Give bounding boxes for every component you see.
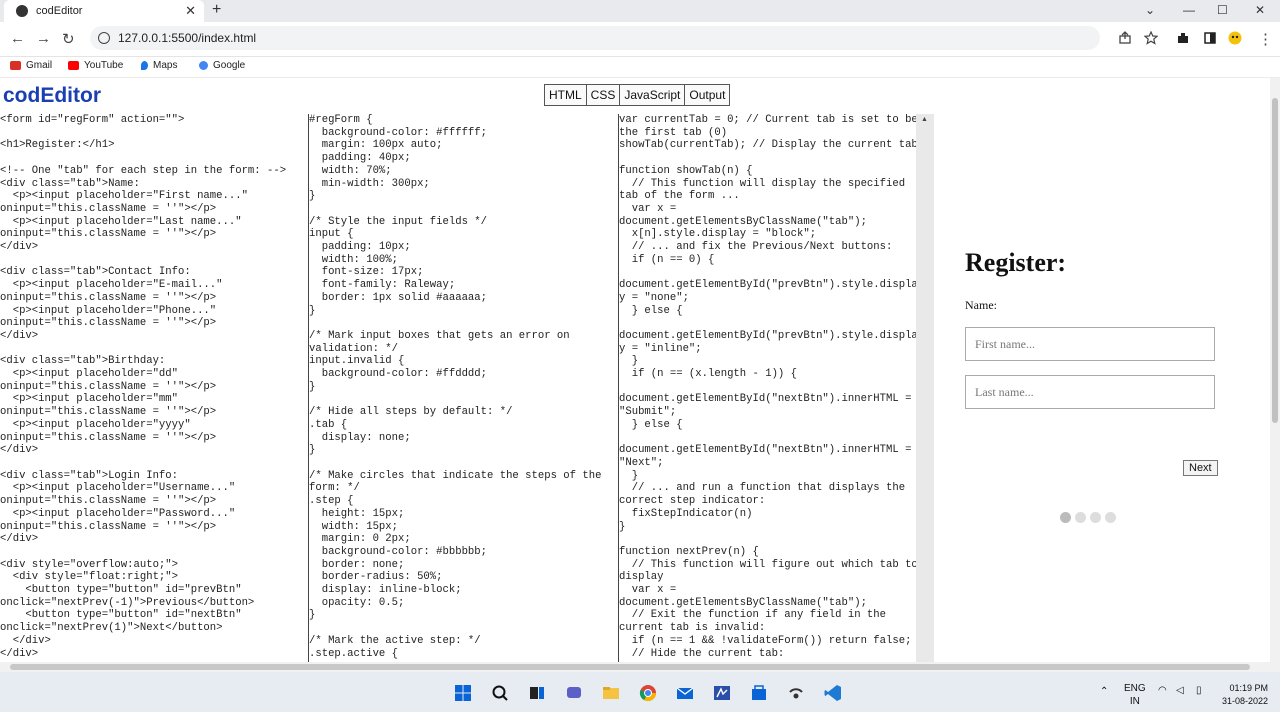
more-menu-icon[interactable]: ⋮ (1258, 30, 1273, 48)
task-view-icon[interactable] (528, 684, 546, 702)
step-indicator (1058, 512, 1118, 523)
bookmark-label: Google (213, 60, 246, 71)
tab-javascript[interactable]: JavaScript (620, 85, 686, 105)
scroll-up-icon[interactable]: ▲ (921, 116, 928, 123)
lang-bottom: IN (1129, 696, 1140, 707)
step-dot (1090, 512, 1101, 523)
scrollbar-thumb[interactable] (1272, 98, 1278, 423)
minimize-icon[interactable]: — (1183, 3, 1195, 17)
volume-icon[interactable]: ◁ (1176, 685, 1184, 696)
address-url: 127.0.0.1:5500/index.html (118, 31, 257, 45)
browser-tab-strip: codEditor ✕ + ⌄ — ☐ ✕ (0, 0, 1280, 22)
register-heading: Register: (965, 248, 1067, 277)
new-tab-button[interactable]: + (212, 1, 221, 19)
scrollbar-thumb[interactable] (10, 664, 1250, 670)
clock-date: 31-08-2022 (1222, 696, 1269, 706)
code-editor-page: codEditor HTML CSS JavaScript Output <fo… (0, 78, 1270, 662)
store-icon[interactable] (750, 684, 768, 702)
close-window-icon[interactable]: ✕ (1255, 3, 1265, 17)
back-arrow-icon[interactable]: ← (10, 30, 25, 47)
bookmark-label: YouTube (84, 60, 124, 71)
bookmarks-bar: Gmail YouTube Maps Google (0, 57, 1280, 78)
step-dot (1105, 512, 1116, 523)
browser-tab[interactable]: codEditor ✕ (4, 0, 204, 22)
info-icon[interactable] (98, 32, 110, 44)
bookmark-label: Gmail (26, 60, 53, 71)
js-editor-scrollbar[interactable]: ▲ (916, 114, 934, 662)
bookmark-star-icon[interactable] (1144, 31, 1158, 45)
tab-html[interactable]: HTML (545, 85, 587, 105)
bookmark-gmail[interactable]: Gmail (10, 60, 52, 71)
forward-arrow-icon[interactable]: → (36, 30, 51, 47)
battery-icon[interactable]: ▯ (1196, 685, 1202, 696)
vscode-icon[interactable] (824, 684, 842, 702)
maps-pin-icon (141, 61, 148, 70)
output-preview: Register: Name: Next (934, 114, 1270, 662)
windows-start-icon[interactable] (454, 684, 472, 702)
name-section-label: Name: (965, 298, 997, 312)
share-icon[interactable] (1118, 31, 1132, 45)
bookmark-google[interactable]: Google (199, 60, 245, 71)
profile-avatar-icon[interactable] (1228, 31, 1242, 45)
tab-css[interactable]: CSS (586, 85, 621, 105)
html-code-editor[interactable]: <form id="regForm" action=""> <h1>Regist… (0, 114, 304, 662)
app-logo: codEditor (3, 84, 101, 107)
lang-top: ENG (1124, 683, 1146, 694)
clock-time: 01:19 PM (1229, 683, 1269, 693)
maximize-icon[interactable]: ☐ (1217, 3, 1228, 17)
browser-tab-title: codEditor (36, 5, 83, 17)
mail-icon[interactable] (676, 684, 694, 702)
windows-taskbar: ⌃ ENG IN ◠ ◁ ▯ 01:19 PM 31-08-2022 (0, 672, 1280, 712)
page-horizontal-scrollbar[interactable] (0, 662, 1280, 672)
gmail-icon (10, 61, 21, 70)
search-icon[interactable] (491, 684, 509, 702)
browser-toolbar: ← → ↻ 127.0.0.1:5500/index.html ⋮ (0, 22, 1280, 57)
step-dot (1075, 512, 1086, 523)
next-button[interactable]: Next (1183, 460, 1218, 476)
editor-mode-tabs: HTML CSS JavaScript Output (544, 84, 731, 106)
bookmark-maps[interactable]: Maps (141, 60, 177, 71)
tab-output[interactable]: Output (685, 85, 730, 105)
bookmark-youtube[interactable]: YouTube (68, 60, 123, 71)
tray-overflow-icon[interactable]: ⌃ (1100, 686, 1108, 697)
close-tab-icon[interactable]: ✕ (185, 3, 196, 19)
clock[interactable]: 01:19 PM 31-08-2022 (1222, 682, 1268, 708)
youtube-icon (68, 61, 79, 70)
step-dot (1060, 512, 1071, 523)
first-name-input[interactable] (965, 327, 1215, 361)
file-explorer-icon[interactable] (602, 684, 620, 702)
chat-icon[interactable] (565, 684, 583, 702)
address-bar[interactable]: 127.0.0.1:5500/index.html (90, 26, 1100, 50)
chrome-icon[interactable] (639, 684, 657, 702)
google-icon (199, 61, 208, 70)
globe-icon (16, 5, 28, 17)
bookmark-label: Maps (153, 60, 178, 71)
language-indicator[interactable]: ENG IN (1124, 682, 1146, 708)
wifi-tool-icon[interactable] (787, 684, 805, 702)
page-vertical-scrollbar[interactable] (1270, 78, 1280, 662)
last-name-input[interactable] (965, 375, 1215, 409)
css-code-editor[interactable]: #regForm { background-color: #ffffff; ma… (308, 114, 613, 662)
side-panel-icon[interactable] (1203, 31, 1217, 45)
tab-search-icon[interactable]: ⌄ (1145, 3, 1155, 17)
js-code-editor[interactable]: var currentTab = 0; // Current tab is se… (618, 114, 917, 662)
photo-editor-icon[interactable] (713, 684, 731, 702)
reload-icon[interactable]: ↻ (62, 30, 75, 48)
extensions-icon[interactable] (1176, 31, 1190, 45)
wifi-icon[interactable]: ◠ (1158, 685, 1167, 696)
